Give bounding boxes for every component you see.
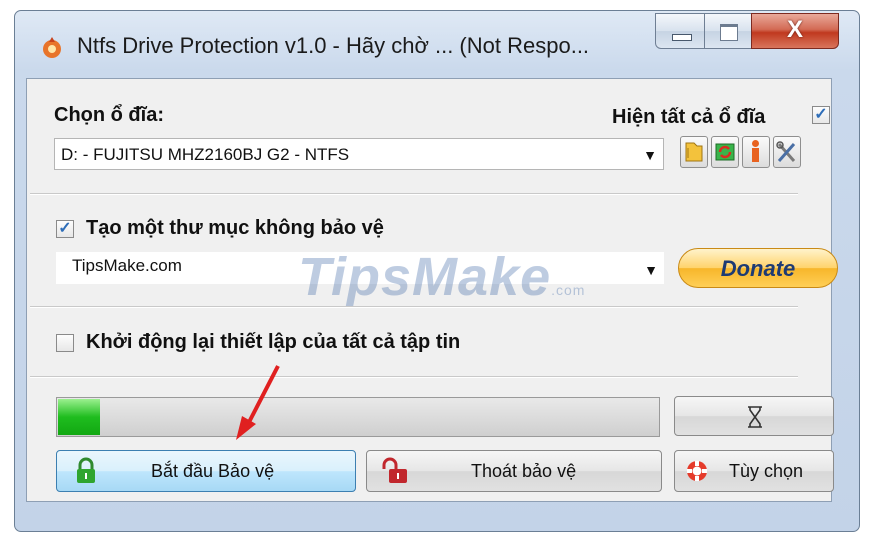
pause-button[interactable]: [674, 396, 834, 436]
chevron-down-icon: ▼: [644, 262, 658, 278]
folder-icon: [685, 142, 703, 162]
options-button[interactable]: Tùy chọn: [674, 450, 834, 492]
donate-label: Donate: [720, 256, 796, 281]
unprotected-folder-label: Tạo một thư mục không bảo vệ: [86, 217, 384, 239]
start-protection-button[interactable]: Bắt đầu Bảo vệ: [56, 450, 356, 492]
maximize-button[interactable]: [704, 13, 752, 49]
title-bar[interactable]: Ntfs Drive Protection v1.0 - Hãy chờ ...…: [15, 11, 859, 81]
lock-closed-icon: [77, 457, 95, 483]
drive-select[interactable]: D: - FUJITSU MHZ2160BJ G2 - NTFS ▼: [54, 138, 664, 170]
annotation-arrow: [236, 365, 280, 440]
reset-settings-checkbox[interactable]: [56, 334, 74, 352]
refresh-button[interactable]: [711, 136, 739, 168]
folder-button[interactable]: [680, 136, 708, 168]
refresh-icon: [715, 143, 735, 161]
info-icon: [752, 140, 759, 162]
separator-1: [30, 193, 798, 195]
progress-bar: [56, 397, 660, 437]
unprotected-folder-checkbox[interactable]: ✓: [56, 220, 74, 238]
stop-protection-label: Thoát bảo vệ: [471, 461, 577, 481]
show-all-drives-label: Hiện tất cả ổ đĩa: [612, 106, 766, 128]
maximize-icon: [720, 24, 738, 41]
chevron-down-icon: ▼: [643, 147, 657, 163]
donate-button[interactable]: Donate: [678, 248, 838, 288]
minimize-button[interactable]: [655, 13, 705, 49]
close-button[interactable]: X: [751, 13, 839, 49]
tools-icon: [776, 141, 796, 162]
info-button[interactable]: [742, 136, 770, 168]
close-icon: X: [786, 16, 803, 43]
options-label: Tùy chọn: [729, 461, 804, 481]
drive-label: Chọn ổ đĩa:: [54, 104, 164, 126]
window-title: Ntfs Drive Protection v1.0 - Hãy chờ ...…: [77, 33, 590, 58]
separator-2: [30, 306, 798, 308]
lock-open-icon: [382, 457, 407, 483]
watermark: TipsMake.com: [298, 247, 586, 307]
folder-name-value: TipsMake.com: [72, 256, 182, 275]
hourglass-icon: [748, 406, 762, 428]
drive-select-value: D: - FUJITSU MHZ2160BJ G2 - NTFS: [61, 145, 350, 164]
stop-protection-button[interactable]: Thoát bảo vệ: [366, 450, 662, 492]
start-protection-label: Bắt đầu Bảo vệ: [151, 461, 275, 481]
progress-fill: [58, 399, 101, 435]
separator-3: [30, 376, 798, 378]
minimize-icon: [672, 34, 692, 41]
reset-settings-label: Khởi động lại thiết lập của tất cả tập t…: [86, 331, 461, 353]
app-logo-icon: [43, 37, 61, 58]
lifebuoy-icon: [687, 461, 707, 481]
show-all-drives-checkbox[interactable]: ✓: [812, 106, 830, 124]
tools-button[interactable]: [773, 136, 801, 168]
